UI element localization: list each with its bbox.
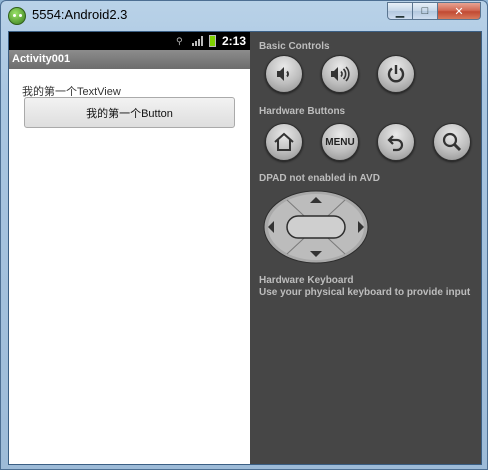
search-icon xyxy=(442,132,462,152)
title-bar[interactable]: 5554:Android2.3 ▁ □ ✕ xyxy=(1,1,487,31)
power-icon xyxy=(387,65,405,83)
hardware-buttons-label: Hardware Buttons xyxy=(259,106,346,117)
maximize-button[interactable]: □ xyxy=(413,2,438,20)
usb-debug-icon: ⚲ xyxy=(175,36,183,46)
close-button[interactable]: ✕ xyxy=(438,2,481,20)
volume-down-button[interactable] xyxy=(265,55,303,93)
power-button[interactable] xyxy=(377,55,415,93)
dpad[interactable] xyxy=(263,190,369,264)
search-button[interactable] xyxy=(433,123,471,161)
window-title: 5554:Android2.3 xyxy=(32,7,128,22)
menu-button[interactable]: MENU xyxy=(321,123,359,161)
volume-up-button[interactable] xyxy=(321,55,359,93)
basic-controls-label: Basic Controls xyxy=(259,41,330,52)
emulator-window: 5554:Android2.3 ▁ □ ✕ ⚲ 2:13 Activity001 xyxy=(0,0,488,470)
app-title-bar: Activity001 xyxy=(9,50,250,69)
home-button[interactable] xyxy=(265,123,303,161)
device-screen[interactable]: ⚲ 2:13 Activity001 我的第一个TextView 我的第一个Bu… xyxy=(9,32,250,464)
volume-down-icon xyxy=(277,67,290,81)
keyboard-title: Hardware Keyboard xyxy=(259,275,354,286)
menu-label: MENU xyxy=(325,136,355,148)
status-bar: ⚲ 2:13 xyxy=(9,32,250,50)
emulator-client-area: ⚲ 2:13 Activity001 我的第一个TextView 我的第一个Bu… xyxy=(8,31,482,465)
signal-icon xyxy=(191,36,203,46)
battery-icon xyxy=(208,35,216,47)
first-button[interactable]: 我的第一个Button xyxy=(24,97,235,128)
dpad-label: DPAD not enabled in AVD xyxy=(259,173,380,184)
android-app-icon xyxy=(8,7,26,25)
keyboard-description: Use your physical keyboard to provide in… xyxy=(259,287,471,298)
status-icons: ⚲ 2:13 xyxy=(176,32,250,50)
back-button[interactable] xyxy=(377,123,415,161)
controls-panel: Basic Controls Hardware Buttons MENU DPA… xyxy=(250,32,481,464)
minimize-button[interactable]: ▁ xyxy=(387,2,413,20)
back-icon xyxy=(387,135,404,152)
status-time: 2:13 xyxy=(221,34,246,48)
activity-title: Activity001 xyxy=(12,53,71,65)
volume-up-icon xyxy=(331,66,350,82)
window-controls: ▁ □ ✕ xyxy=(387,2,481,20)
home-icon xyxy=(274,132,294,151)
